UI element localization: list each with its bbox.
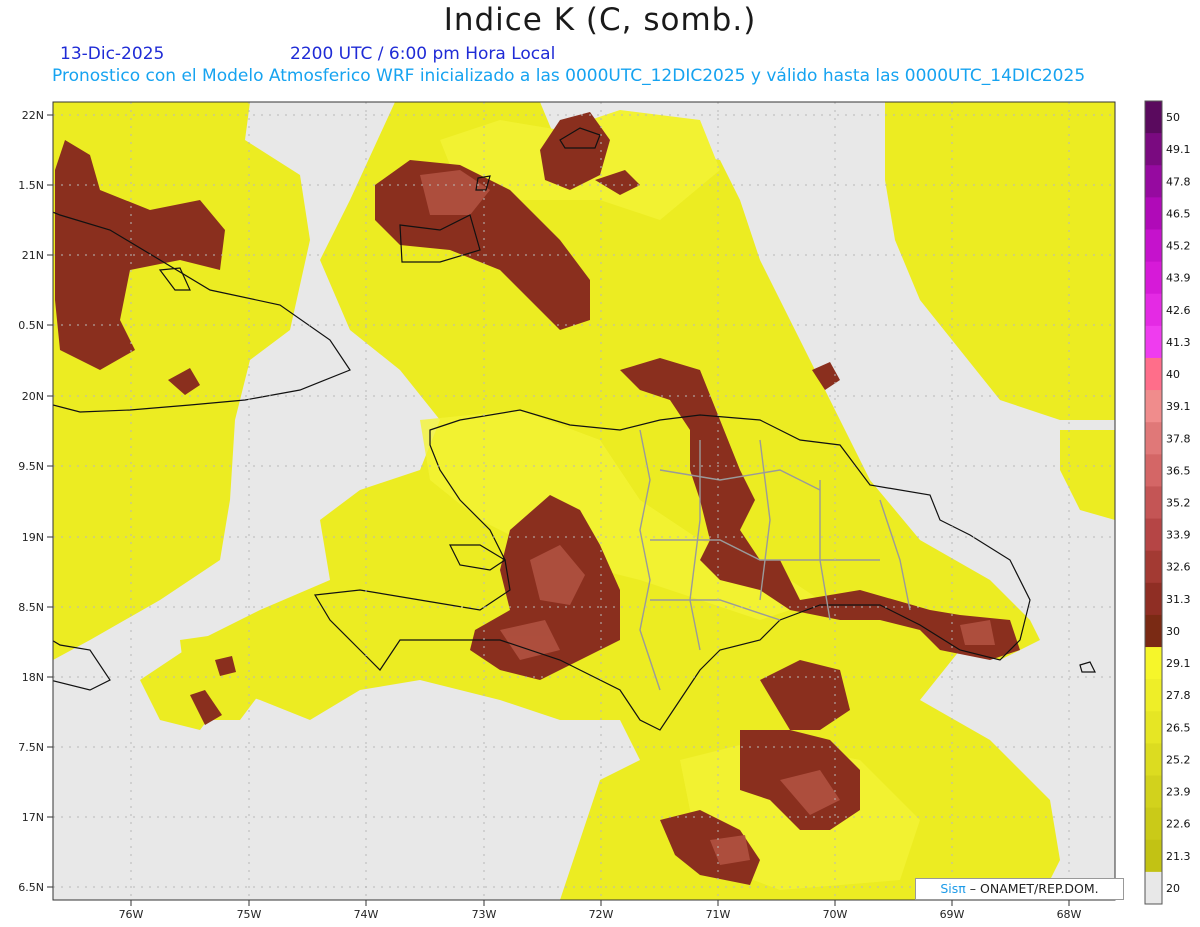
lon-label: 76W	[119, 908, 144, 921]
colorbar-label: 20	[1166, 882, 1180, 895]
lat-label: 1.5N	[18, 179, 44, 192]
colorbar-swatch	[1145, 839, 1162, 873]
colorbar-swatch	[1145, 614, 1162, 648]
colorbar-swatch	[1145, 197, 1162, 230]
colorbar-label: 40	[1166, 368, 1180, 381]
colorbar-swatch	[1145, 229, 1162, 263]
colorbar-label: 46.5	[1166, 207, 1191, 220]
map-canvas: 22N 1.5N 21N 0.5N 20N 9.5N 19N 8.5N 18N …	[18, 100, 1191, 921]
lon-label: 75W	[237, 908, 262, 921]
colorbar-label: 35.2	[1166, 497, 1191, 510]
colorbar-swatch	[1145, 390, 1162, 423]
lat-label: 6.5N	[18, 881, 44, 894]
colorbar-label: 49.1	[1166, 143, 1191, 156]
colorbar-swatch	[1145, 325, 1162, 359]
lat-label: 9.5N	[18, 460, 44, 473]
colorbar-swatch	[1145, 165, 1162, 198]
lat-label: 0.5N	[18, 319, 44, 332]
colorbar-label: 21.3	[1166, 850, 1191, 863]
lat-label: 7.5N	[18, 741, 44, 754]
colorbar-swatch	[1145, 679, 1162, 712]
colorbar-label: 25.2	[1166, 753, 1191, 766]
colorbar-swatch	[1145, 133, 1162, 166]
colorbar-label: 31.3	[1166, 593, 1191, 606]
lat-label: 18N	[22, 671, 44, 684]
colorbar-label: 27.8	[1166, 689, 1191, 702]
colorbar-swatch	[1145, 807, 1162, 841]
colorbar-label: 23.9	[1166, 786, 1191, 799]
credit-label: Sisπ – ONAMET/REP.DOM.	[915, 878, 1124, 900]
lat-label: 19N	[22, 531, 44, 544]
longitude-axis: 76W 75W 74W 73W 72W 71W 70W 69W 68W	[119, 900, 1082, 921]
colorbar-label: 50	[1166, 111, 1180, 124]
lat-label: 8.5N	[18, 601, 44, 614]
colorbar-swatch	[1145, 711, 1162, 744]
colorbar-label: 29.1	[1166, 657, 1191, 670]
colorbar-swatch	[1145, 647, 1162, 680]
colorbar-swatch	[1145, 357, 1162, 391]
colorbar-label: 33.9	[1166, 529, 1191, 542]
lat-label: 21N	[22, 249, 44, 262]
colorbar: 50 49.1 47.8 46.5 45.2 43.9 42.6 41.3 40 39.1 37.8…	[1144, 100, 1191, 905]
colorbar-swatch	[1145, 775, 1162, 809]
lon-label: 68W	[1057, 908, 1082, 921]
colorbar-label: 30	[1166, 625, 1180, 638]
latitude-axis: 22N 1.5N 21N 0.5N 20N 9.5N 19N 8.5N 18N …	[18, 109, 53, 894]
colorbar-label: 42.6	[1166, 304, 1191, 317]
colorbar-label: 47.8	[1166, 175, 1191, 188]
colorbar-label: 22.6	[1166, 818, 1191, 831]
colorbar-swatch	[1145, 871, 1162, 905]
colorbar-swatch	[1145, 293, 1162, 327]
colorbar-label: 45.2	[1166, 240, 1191, 253]
colorbar-label: 37.8	[1166, 432, 1191, 445]
colorbar-swatch	[1145, 743, 1162, 777]
colorbar-label: 36.5	[1166, 464, 1191, 477]
colorbar-swatch	[1145, 454, 1162, 487]
colorbar-swatch	[1145, 486, 1162, 520]
sispi-logo-text: Sisπ	[940, 881, 966, 896]
lon-label: 72W	[589, 908, 614, 921]
colorbar-label: 39.1	[1166, 400, 1191, 413]
lat-label: 22N	[22, 109, 44, 122]
colorbar-swatch	[1145, 582, 1162, 616]
colorbar-swatch	[1145, 101, 1162, 134]
lon-label: 70W	[823, 908, 848, 921]
colorbar-label: 43.9	[1166, 272, 1191, 285]
colorbar-swatch	[1145, 261, 1162, 295]
lon-label: 73W	[472, 908, 497, 921]
credit-org: – ONAMET/REP.DOM.	[965, 881, 1099, 896]
colorbar-label: 26.5	[1166, 721, 1191, 734]
colorbar-swatch	[1145, 518, 1162, 552]
colorbar-label: 32.6	[1166, 561, 1191, 574]
lon-label: 69W	[940, 908, 965, 921]
lon-label: 74W	[354, 908, 379, 921]
lat-label: 20N	[22, 390, 44, 403]
lat-label: 17N	[22, 811, 44, 824]
colorbar-swatch	[1145, 550, 1162, 584]
colorbar-label: 41.3	[1166, 336, 1191, 349]
colorbar-swatch	[1145, 422, 1162, 455]
lon-label: 71W	[706, 908, 731, 921]
